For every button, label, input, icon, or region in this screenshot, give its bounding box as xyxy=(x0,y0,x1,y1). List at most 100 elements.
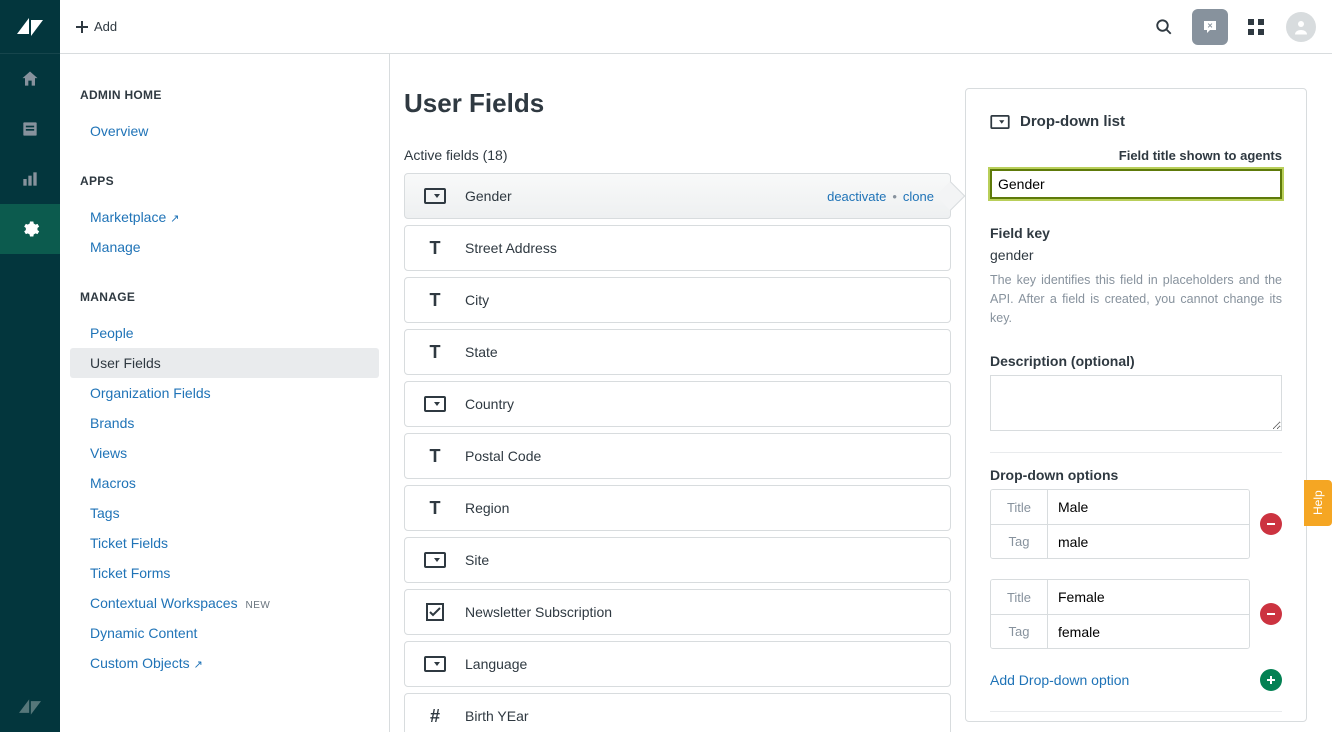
option-tag-key: Tag xyxy=(991,615,1048,648)
text-icon: T xyxy=(405,239,465,257)
sidebar-brands[interactable]: Brands xyxy=(60,408,389,438)
field-label: Gender xyxy=(465,188,827,204)
sidebar-overview[interactable]: Overview xyxy=(60,116,389,146)
add-option-link[interactable]: Add Drop-down option xyxy=(990,672,1129,688)
sidebar-ticket-fields[interactable]: Ticket Fields xyxy=(60,528,389,558)
sidebar-contextual[interactable]: Contextual Workspaces NEW xyxy=(60,588,389,618)
description-label: Description (optional) xyxy=(990,353,1282,369)
field-row[interactable]: # Birth YEar xyxy=(404,693,951,732)
sidebar-marketplace[interactable]: Marketplace↗ xyxy=(60,202,389,232)
field-label: Newsletter Subscription xyxy=(465,604,950,620)
field-label: Street Address xyxy=(465,240,950,256)
sidebar-ticket-forms[interactable]: Ticket Forms xyxy=(60,558,389,588)
svg-text:T: T xyxy=(430,239,441,257)
reporting-icon[interactable] xyxy=(0,154,60,204)
sidebar-user-fields[interactable]: User Fields xyxy=(70,348,379,378)
field-key-helper: The key identifies this field in placeho… xyxy=(990,271,1282,327)
field-key-value: gender xyxy=(990,247,1282,263)
svg-text:T: T xyxy=(430,343,441,361)
sidebar-people[interactable]: People xyxy=(60,318,389,348)
field-row[interactable]: T City xyxy=(404,277,951,323)
text-icon: T xyxy=(405,291,465,309)
svg-text:T: T xyxy=(430,447,441,465)
external-link-icon: ↗ xyxy=(170,213,179,225)
text-icon: T xyxy=(405,499,465,517)
zendesk-logo-icon[interactable] xyxy=(0,682,60,732)
title-label: Field title shown to agents xyxy=(990,148,1282,163)
remove-option-button[interactable] xyxy=(1260,513,1282,535)
svg-text:✕: ✕ xyxy=(1207,22,1213,29)
field-row-gender[interactable]: Gender deactivate•clone xyxy=(404,173,951,219)
admin-sidebar: ADMIN HOME Overview APPS Marketplace↗ Ma… xyxy=(60,54,390,732)
help-tab[interactable]: Help xyxy=(1304,480,1332,526)
add-label: Add xyxy=(94,19,117,34)
option-title-input[interactable] xyxy=(1048,580,1249,614)
sidebar-tags[interactable]: Tags xyxy=(60,498,389,528)
brand-logo[interactable] xyxy=(0,0,60,54)
options-label: Drop-down options xyxy=(990,467,1282,483)
field-label: Birth YEar xyxy=(465,708,950,724)
field-label: Site xyxy=(465,552,950,568)
svg-text:T: T xyxy=(430,291,441,309)
field-label: Region xyxy=(465,500,950,516)
field-row[interactable]: T Region xyxy=(404,485,951,531)
option-row-2: Title Tag xyxy=(990,579,1282,649)
option-title-key: Title xyxy=(991,580,1048,614)
add-button[interactable]: Add xyxy=(76,19,117,34)
tickets-icon[interactable] xyxy=(0,104,60,154)
sidebar-custom-objects[interactable]: Custom Objects↗ xyxy=(60,648,389,678)
add-option-button[interactable] xyxy=(1260,669,1282,691)
field-row[interactable]: T Street Address xyxy=(404,225,951,271)
field-row[interactable]: T State xyxy=(404,329,951,375)
option-title-input[interactable] xyxy=(1048,490,1249,524)
sidebar-org-fields[interactable]: Organization Fields xyxy=(60,378,389,408)
field-row[interactable]: Site xyxy=(404,537,951,583)
active-fields-label: Active fields (18) xyxy=(404,147,951,163)
dropdown-icon xyxy=(405,656,465,672)
clone-link[interactable]: clone xyxy=(903,189,934,204)
field-actions: deactivate•clone xyxy=(827,189,950,204)
sidebar-manage-apps[interactable]: Manage xyxy=(60,232,389,262)
number-icon: # xyxy=(405,707,465,725)
field-detail-panel: Drop-down list Field title shown to agen… xyxy=(965,88,1307,722)
option-row-1: Title Tag xyxy=(990,489,1282,559)
page-title: User Fields xyxy=(404,88,951,119)
section-manage: MANAGE xyxy=(60,290,389,318)
field-row[interactable]: Country xyxy=(404,381,951,427)
field-label: State xyxy=(465,344,950,360)
field-title-input[interactable] xyxy=(990,169,1282,199)
search-icon[interactable] xyxy=(1146,9,1182,45)
admin-gear-icon[interactable] xyxy=(0,204,60,254)
field-label: City xyxy=(465,292,950,308)
dropdown-icon xyxy=(405,188,465,204)
external-link-icon: ↗ xyxy=(194,659,203,671)
field-row[interactable]: Newsletter Subscription xyxy=(404,589,951,635)
description-input[interactable] xyxy=(990,375,1282,431)
remove-option-button[interactable] xyxy=(1260,603,1282,625)
dropdown-icon xyxy=(990,115,1010,129)
dropdown-icon xyxy=(405,552,465,568)
chat-icon[interactable]: ✕ xyxy=(1192,9,1228,45)
field-row[interactable]: Language xyxy=(404,641,951,687)
svg-text:T: T xyxy=(430,499,441,517)
field-key-label: Field key xyxy=(990,225,1282,241)
field-type-label: Drop-down list xyxy=(1020,113,1125,130)
apps-grid-icon[interactable] xyxy=(1238,9,1274,45)
option-tag-key: Tag xyxy=(991,525,1048,558)
home-icon[interactable] xyxy=(0,54,60,104)
nav-rail xyxy=(0,0,60,732)
sidebar-dynamic-content[interactable]: Dynamic Content xyxy=(60,618,389,648)
sidebar-macros[interactable]: Macros xyxy=(60,468,389,498)
new-badge: NEW xyxy=(245,600,270,611)
user-avatar[interactable] xyxy=(1286,12,1316,42)
field-label: Language xyxy=(465,656,950,672)
field-row[interactable]: TPostal Code xyxy=(404,433,951,479)
sidebar-views[interactable]: Views xyxy=(60,438,389,468)
top-bar: Add ✕ xyxy=(60,0,1332,54)
option-title-key: Title xyxy=(991,490,1048,524)
option-tag-input[interactable] xyxy=(1048,525,1249,558)
deactivate-link[interactable]: deactivate xyxy=(827,189,886,204)
main-content: User Fields Active fields (18) Gender de… xyxy=(390,54,965,732)
svg-text:#: # xyxy=(430,707,440,725)
option-tag-input[interactable] xyxy=(1048,615,1249,648)
